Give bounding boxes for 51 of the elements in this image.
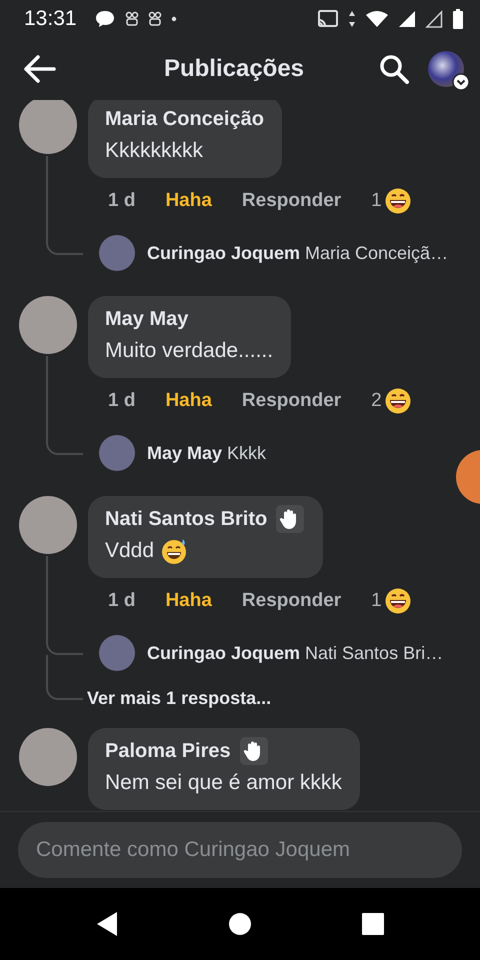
- comment-text: Vddd: [105, 539, 154, 563]
- comment-author[interactable]: Maria Conceição: [105, 108, 264, 130]
- reaction-count: 1: [371, 590, 382, 612]
- comment-text: Kkkkkkkkk: [105, 139, 204, 163]
- wifi-icon: [365, 10, 389, 28]
- page-title: Publicações: [162, 55, 306, 83]
- profile-menu-button[interactable]: [428, 49, 468, 89]
- more-notifications-icon: [170, 16, 177, 22]
- app-notification-icon: [148, 11, 162, 27]
- cast-icon: [317, 10, 339, 28]
- reaction-link[interactable]: Haha: [165, 390, 212, 412]
- reply-preview[interactable]: Curingao Joquem Maria Conceiçã…: [147, 242, 448, 264]
- comment-time: 1 d: [108, 590, 136, 612]
- back-button[interactable]: [22, 54, 56, 84]
- laughing-emoji-icon: [384, 187, 412, 215]
- signal-icon: [425, 10, 443, 28]
- avatar-photo[interactable]: [99, 635, 135, 671]
- comment-time: 1 d: [108, 190, 136, 212]
- avatar-photo[interactable]: [19, 100, 77, 154]
- message-icon: [94, 9, 116, 29]
- signal-icon: [398, 10, 416, 28]
- home-nav-icon[interactable]: [228, 912, 252, 936]
- comment-time: 1 d: [108, 390, 136, 412]
- comment-author[interactable]: May May: [105, 308, 188, 330]
- reply-link[interactable]: Responder: [242, 190, 342, 212]
- status-time: 13:31: [24, 7, 77, 31]
- reply-link[interactable]: Responder: [242, 390, 342, 412]
- reaction-count: 2: [371, 390, 382, 412]
- avatar-photo[interactable]: [99, 235, 135, 271]
- back-nav-icon[interactable]: [94, 911, 119, 937]
- reply-preview[interactable]: Curingao Joquem Nati Santos Bri…: [147, 642, 444, 664]
- app-notification-icon: [124, 11, 139, 27]
- reaction-link[interactable]: Haha: [165, 190, 212, 212]
- comment-input-field[interactable]: Comente como Curingao Joquem: [18, 822, 462, 878]
- comment-text: Nem sei que é amor kkkk: [105, 771, 342, 795]
- search-button[interactable]: [378, 53, 410, 85]
- reply-link[interactable]: Responder: [242, 590, 342, 612]
- data-arrows-icon: [348, 10, 356, 28]
- battery-icon: [452, 9, 464, 29]
- comment-author[interactable]: Paloma Pires: [105, 740, 231, 762]
- reaction-count: 1: [371, 190, 382, 212]
- laughing-emoji-icon: [384, 387, 412, 415]
- comment-text: Muito verdade......: [105, 339, 274, 363]
- chevron-down-icon: [452, 73, 470, 91]
- laughing-emoji-icon: [384, 587, 412, 615]
- reply-preview[interactable]: May May Kkkk: [147, 442, 266, 464]
- avatar-photo[interactable]: [99, 435, 135, 471]
- recents-nav-icon[interactable]: [361, 912, 386, 936]
- comment-author[interactable]: Nati Santos Brito: [105, 508, 268, 530]
- more-replies-link[interactable]: Ver mais 1 resposta...: [87, 688, 272, 708]
- reaction-link[interactable]: Haha: [165, 590, 212, 612]
